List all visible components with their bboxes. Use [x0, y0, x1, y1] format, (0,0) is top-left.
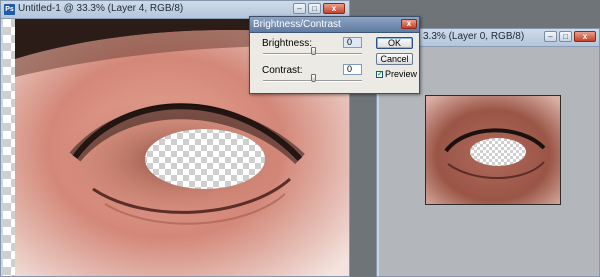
document-title: Untitled-1 @ 33.3% (Layer 4, RGB/8): [18, 3, 184, 14]
brightness-label: Brightness:: [262, 38, 313, 49]
brightness-contrast-dialog[interactable]: Brightness/Contrast x Brightness: 0 Cont…: [249, 16, 420, 94]
brightness-slider-thumb[interactable]: [310, 47, 316, 55]
contrast-slider-thumb[interactable]: [310, 74, 316, 82]
eye-photo-layer: [425, 95, 561, 205]
minimize-button[interactable]: –: [544, 31, 557, 42]
preview-checkbox[interactable]: ✓: [376, 71, 383, 78]
maximize-button[interactable]: □: [559, 31, 572, 42]
maximize-button[interactable]: □: [308, 3, 321, 14]
photoshop-doc-icon: Ps: [4, 4, 15, 15]
close-button[interactable]: x: [323, 3, 345, 14]
dialog-close-button[interactable]: x: [401, 19, 417, 29]
contrast-input[interactable]: 0: [343, 64, 362, 75]
preview-label: Preview: [385, 69, 418, 79]
dialog-title-bar[interactable]: Brightness/Contrast x: [250, 17, 419, 33]
document-title: 3.3% (Layer 0, RGB/8): [423, 31, 525, 42]
brightness-input[interactable]: 0: [343, 37, 362, 48]
ok-button[interactable]: OK: [376, 37, 413, 49]
dialog-title: Brightness/Contrast: [253, 19, 341, 30]
cancel-button[interactable]: Cancel: [376, 53, 413, 65]
contrast-label: Contrast:: [262, 65, 303, 76]
checkbox-check-icon: ✓: [377, 71, 383, 78]
minimize-button[interactable]: –: [293, 3, 306, 14]
close-button[interactable]: x: [574, 31, 596, 42]
